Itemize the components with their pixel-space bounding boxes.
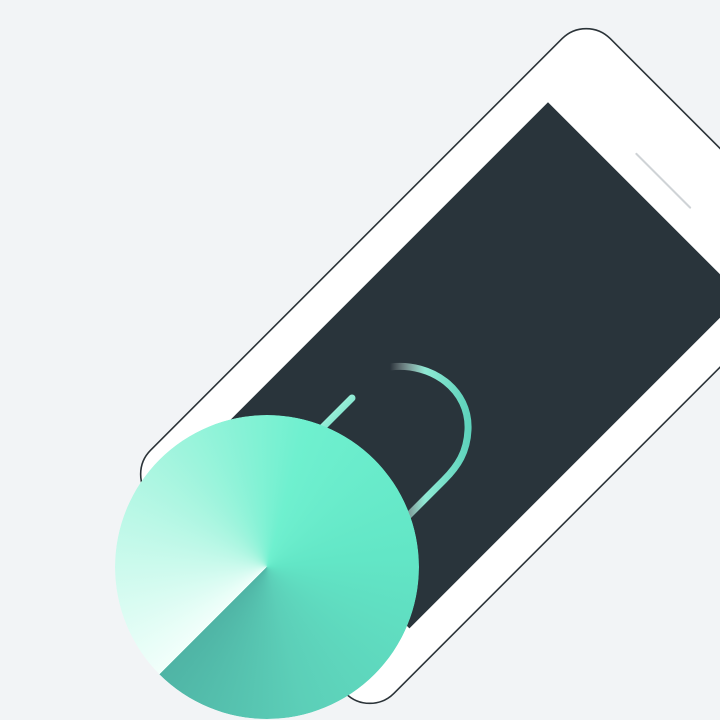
charger-disc [115,415,419,719]
illustration-scene [0,0,720,720]
charger-disc-face [115,415,419,719]
